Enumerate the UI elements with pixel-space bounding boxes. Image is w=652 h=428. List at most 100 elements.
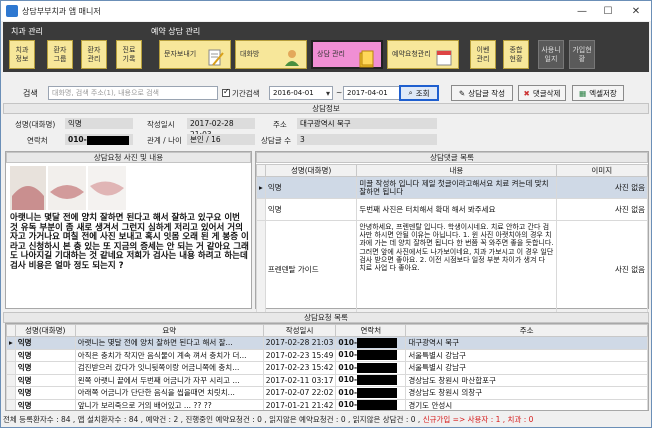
list-col-summary[interactable]: 요약 bbox=[74, 324, 264, 337]
col-name[interactable]: 성명(대화명) bbox=[264, 164, 358, 177]
stats-label: 종합 현황 bbox=[509, 45, 523, 63]
date-to-picker[interactable]: 2017-04-01 bbox=[343, 86, 407, 100]
delete-comment-label: 댓글삭제 bbox=[532, 88, 561, 98]
list-contact-prefix: 010- bbox=[338, 387, 358, 397]
comment-name: 익명 bbox=[264, 198, 358, 221]
list-name: 익명 bbox=[14, 373, 76, 387]
excel-save-button[interactable]: ▦ 엑셀저장 bbox=[572, 85, 624, 101]
comment-row[interactable]: 익명 두번째 사진은 터치해서 확대 해서 봐주세요 사진 없음 bbox=[256, 198, 649, 221]
doctor-group-button[interactable]: 환자 그룹 bbox=[47, 40, 73, 69]
row-indicator bbox=[6, 386, 16, 400]
consult-info-header: 상담정보 bbox=[3, 103, 649, 114]
event-mgmt-button[interactable]: 이벤 관리 bbox=[470, 40, 496, 69]
search-input[interactable]: 대화명, 검색 주소(1), 내용으로 검색 bbox=[48, 86, 218, 100]
clinic-info-button[interactable]: 치과 정보 bbox=[9, 40, 35, 69]
excel-icon: ▦ bbox=[579, 88, 587, 98]
photo-section-header: 상담요청 사진 및 내용 bbox=[6, 152, 251, 163]
patient-mgmt-button[interactable]: 환자 관리 bbox=[81, 40, 107, 69]
list-addr: 서울특별시 강남구 bbox=[405, 348, 648, 362]
list-name: 익명 bbox=[14, 361, 76, 375]
write-post-label: 상담글 작성 bbox=[468, 88, 506, 98]
app-window: 상담부부치과 앱 매니저 — ☐ ✕ 치과 관리 예약 상담 관리 치과 정보 … bbox=[0, 0, 652, 428]
list-contact-prefix: 010- bbox=[338, 337, 358, 347]
consult-mgmt-button[interactable]: 상담 관리 bbox=[311, 40, 383, 69]
list-summary: 아래쪽 어금니가 단단한 음식을 씹을때면 치릿치... bbox=[74, 386, 264, 400]
list-summary: 아직은 충치가 작지만 음식물이 계속 껴서 충치가 더... bbox=[74, 348, 264, 362]
calendar-icon bbox=[436, 50, 452, 66]
list-addr: 경기도 안성시 bbox=[405, 398, 648, 410]
row-indicator: ▸ bbox=[6, 336, 16, 350]
row-indicator: ▸ bbox=[256, 176, 266, 199]
status-text: 전체 등록환자수 : 84 , 앱 설치환자수 : 84 , 예약건 : 2 ,… bbox=[3, 415, 421, 424]
contact-value: 010- bbox=[65, 134, 133, 145]
count-value: 3 bbox=[297, 134, 437, 145]
stats-button[interactable]: 종합 현황 bbox=[503, 40, 529, 69]
list-col-name[interactable]: 성명(대화명) bbox=[14, 324, 76, 337]
consult-mgmt-label: 상담 관리 bbox=[317, 50, 345, 58]
list-addr: 경상남도 창원시 마산합포구 bbox=[405, 373, 648, 387]
period-checkbox[interactable] bbox=[222, 87, 230, 97]
list-row[interactable]: 익명 앞니가 보리죽으로 거의 배어있고 ... ?? ?? 2017-01-2… bbox=[6, 398, 648, 410]
sms-send-button[interactable]: 문자보내기 bbox=[159, 40, 231, 69]
list-date: 2017-02-07 22:02 bbox=[262, 386, 337, 400]
records-label: 진료 기록 bbox=[122, 45, 136, 63]
search-icon: ⌕ bbox=[408, 88, 413, 97]
comment-row[interactable]: ▸ 익명 미끌 작성하 입니다 제일 첫글이라고해서요 치료 켜는데 맞치 잘하… bbox=[256, 176, 649, 199]
comments-table: 성명(대화명) 내용 이미지 ▸ 익명 미끌 작성하 입니다 제일 첫글이라고해… bbox=[256, 164, 649, 319]
window-title: 상담부부치과 앱 매니저 bbox=[22, 6, 101, 16]
consult-button[interactable]: 대화방 bbox=[235, 40, 307, 69]
list-col-date[interactable]: 작성일시 bbox=[262, 324, 337, 337]
comment-row[interactable]: 프렌덴탈 가이드 안녕하세요, 프렌덴탈 입니다. 학생이시네요. 치료 안하고… bbox=[256, 220, 649, 319]
maximize-icon[interactable]: ☐ bbox=[595, 1, 621, 21]
col-content[interactable]: 내용 bbox=[356, 164, 557, 177]
list-header: 상담요청 목록 bbox=[3, 312, 649, 323]
list-col-addr[interactable]: 주소 bbox=[405, 324, 648, 337]
app-icon bbox=[6, 5, 18, 17]
list-name: 익명 bbox=[14, 386, 76, 400]
status-highlight: 신규가입 => 사용자 : 1 , 치과 : 0 bbox=[422, 415, 534, 424]
join-status-button[interactable]: 가입현 황 bbox=[569, 40, 595, 69]
reservation-mgmt-button[interactable]: 예약요청관리 bbox=[387, 40, 459, 69]
comment-name: 익명 bbox=[264, 176, 358, 199]
list-summary: 앞니가 보리죽으로 거의 배어있고 ... ?? ?? bbox=[74, 398, 264, 410]
photo-thumbnails bbox=[10, 166, 126, 210]
name-value: 익명 bbox=[65, 118, 133, 129]
addr-label: 주소 bbox=[273, 120, 287, 129]
delete-comment-button[interactable]: ✖ 댓글삭제 bbox=[518, 85, 566, 101]
list-row[interactable]: ▸ 익명 아랫니는 몇달 전에 양치 잘하면 된다고 해서 잘... 2017-… bbox=[6, 336, 648, 350]
list-row[interactable]: 익명 검진받으러 갔다가 잇니뒷쪽이랑 어금니쪽에 충치... 2017-02-… bbox=[6, 361, 648, 375]
write-post-button[interactable]: ✎ 상담글 작성 bbox=[451, 85, 513, 101]
row-indicator bbox=[256, 198, 266, 221]
date-label: 작성일시 bbox=[147, 120, 175, 129]
group-label-clinic: 치과 관리 bbox=[11, 27, 43, 36]
sms-send-label: 문자보내기 bbox=[164, 50, 197, 58]
search-button[interactable]: ⌕ 조회 bbox=[399, 85, 439, 101]
folder-icon bbox=[359, 50, 374, 68]
list-addr: 대구광역시 북구 bbox=[405, 336, 648, 350]
close-icon[interactable]: ✕ bbox=[621, 1, 651, 21]
list-row[interactable]: 익명 왼쪽 아랫니 끝에서 두번째 어금니가 자꾸 시리고 ... 2017-0… bbox=[6, 373, 648, 387]
comment-image: 사진 없음 bbox=[555, 198, 649, 221]
list-col-contact[interactable]: 연락처 bbox=[335, 324, 407, 337]
addr-value: 대구광역시 북구 bbox=[297, 118, 437, 129]
row-header-corner bbox=[256, 164, 266, 177]
row-indicator bbox=[6, 348, 16, 362]
list-summary: 아랫니는 몇달 전에 양치 잘하면 된다고 해서 잘... bbox=[74, 336, 264, 350]
usage-guide-button[interactable]: 사용니 일지 bbox=[538, 40, 564, 69]
count-label: 상담글 수 bbox=[261, 136, 291, 145]
list-summary: 검진받으러 갔다가 잇니뒷쪽이랑 어금니쪽에 충치... bbox=[74, 361, 264, 375]
records-button[interactable]: 진료 기록 bbox=[116, 40, 142, 69]
list-row[interactable]: 익명 아래쪽 어금니가 단단한 음식을 씹을때면 치릿치... 2017-02-… bbox=[6, 386, 648, 400]
main-toolbar: 치과 관리 예약 상담 관리 치과 정보 환자 그룹 환자 관리 진료 기록 문… bbox=[3, 22, 649, 72]
list-row[interactable]: 익명 아직은 충치가 작지만 음식물이 계속 껴서 충치가 더... 2017-… bbox=[6, 348, 648, 362]
date-from-picker[interactable]: 2016-04-01 bbox=[269, 86, 333, 100]
join-status-label: 가입현 황 bbox=[572, 45, 592, 63]
window-controls: — ☐ ✕ bbox=[569, 1, 651, 21]
col-image[interactable]: 이미지 bbox=[555, 164, 649, 177]
list-corner bbox=[6, 324, 16, 337]
list-contact-redaction bbox=[357, 337, 398, 348]
minimize-icon[interactable]: — bbox=[569, 1, 595, 21]
event-mgmt-label: 이벤 관리 bbox=[476, 45, 490, 63]
list-name: 익명 bbox=[14, 336, 76, 350]
list-contact-prefix: 010- bbox=[338, 362, 358, 372]
